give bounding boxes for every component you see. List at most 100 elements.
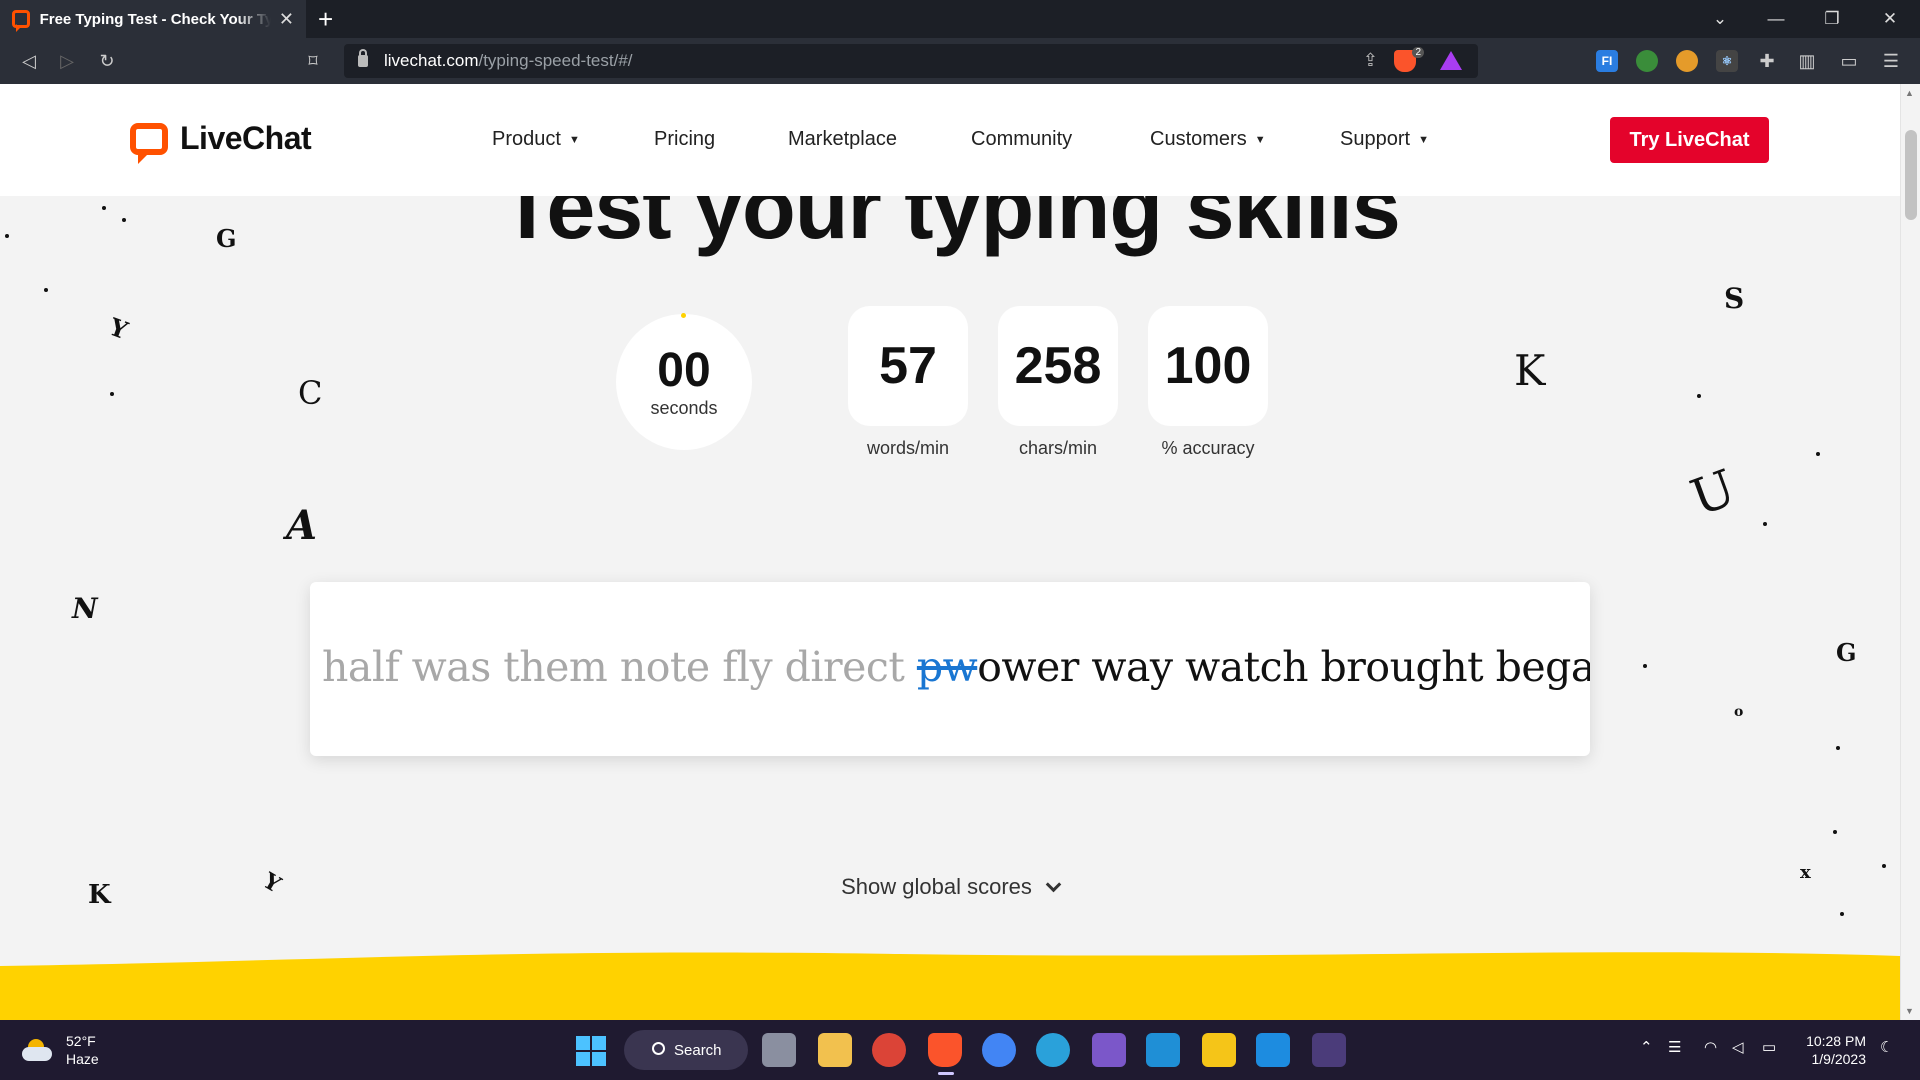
back-arrow-icon[interactable]: ◁ [14, 46, 44, 76]
chrome-profile-icon[interactable] [982, 1033, 1016, 1067]
battery-icon[interactable]: ▭ [1762, 1038, 1776, 1056]
sidebar-icon[interactable]: ▥ [1792, 46, 1822, 76]
browser-toolbar: ◁ ▷ ↻ ⌑ livechat.com/typing-speed-test/#… [0, 38, 1920, 84]
scroll-up-arrow-icon[interactable]: ▲ [1905, 88, 1914, 98]
vscode-icon[interactable] [1256, 1033, 1290, 1067]
volume-icon[interactable]: ◁ [1732, 1038, 1744, 1056]
active-app-indicator [938, 1072, 954, 1075]
tab-close-icon[interactable]: ✕ [279, 9, 294, 30]
nav-item-product[interactable]: Product ▼ [492, 128, 580, 151]
typing-text-line: half was them note fly direct pwower way… [322, 642, 1590, 692]
sticky-app-icon[interactable] [1202, 1033, 1236, 1067]
nav-item-pricing[interactable]: Pricing [654, 128, 715, 151]
timer-circle: 00 seconds [616, 313, 752, 450]
scrollbar-thumb[interactable] [1905, 130, 1917, 220]
mistyped-chars: pw [916, 643, 978, 691]
decor-dot [1643, 664, 1647, 668]
weather-haze-icon [22, 1039, 52, 1061]
hamburger-menu-icon[interactable]: ☰ [1876, 46, 1906, 76]
nav-item-customers[interactable]: Customers ▼ [1150, 128, 1266, 151]
restore-button[interactable]: ❐ [1804, 0, 1860, 38]
livechat-logo-icon [130, 122, 168, 164]
tab-search-chevron-icon[interactable]: ⌄ [1692, 0, 1748, 38]
decor-letter: N [72, 592, 98, 625]
remaining-words: ower way watch brought began c [977, 643, 1590, 691]
extension-user-icon[interactable] [1676, 50, 1698, 72]
stat-chars-per-minute: 258 chars/min [998, 306, 1118, 459]
try-livechat-button[interactable]: Try LiveChat [1610, 117, 1769, 163]
minimize-button[interactable]: — [1748, 0, 1804, 38]
decor-letter: G [1836, 638, 1857, 667]
weather-text: 52°F Haze [66, 1032, 99, 1068]
tray-chevron-up-icon[interactable]: ⌃ [1640, 1038, 1653, 1056]
nav-label: Product [492, 128, 561, 150]
bookmark-icon[interactable]: ⌑ [298, 46, 328, 76]
stat-label: % accuracy [1161, 438, 1255, 458]
extension-fi-icon[interactable]: FI [1596, 50, 1618, 72]
taskbar-clock[interactable]: 10:28 PM 1/9/2023 [1804, 1032, 1866, 1068]
taskbar-search-button[interactable]: Search [624, 1030, 748, 1070]
livechat-favicon-icon [12, 10, 30, 32]
extension-green-icon[interactable] [1636, 50, 1658, 72]
share-icon[interactable]: ⇪ [1363, 50, 1378, 71]
extension-atom-icon[interactable]: ⚛ [1716, 50, 1738, 72]
typed-words: half was them note fly direct [322, 643, 917, 691]
nav-item-marketplace[interactable]: Marketplace [788, 128, 897, 151]
nav-label: Marketplace [788, 128, 897, 150]
scroll-down-arrow-icon[interactable]: ▼ [1905, 1006, 1914, 1016]
chrome-icon[interactable] [872, 1033, 906, 1067]
decor-letter: S [1724, 282, 1745, 315]
telegram-icon[interactable] [1036, 1033, 1070, 1067]
browser-tab-active[interactable]: Free Typing Test - Check Your Typing Spe… [0, 0, 306, 38]
browser-tab-bar: Free Typing Test - Check Your Typing Spe… [0, 0, 1920, 38]
caret-down-icon: ▼ [568, 133, 580, 146]
decor-letter: A [286, 502, 318, 549]
decor-dot [110, 392, 114, 396]
windows-start-icon[interactable] [576, 1036, 606, 1066]
paint-app-icon[interactable] [1146, 1033, 1180, 1067]
chevron-down-icon [1045, 876, 1062, 893]
file-explorer-icon[interactable] [818, 1033, 852, 1067]
close-window-button[interactable]: ✕ [1862, 0, 1918, 38]
terminal-icon[interactable] [1312, 1033, 1346, 1067]
wallet-icon[interactable]: ▭ [1834, 46, 1864, 76]
temperature: 52°F [66, 1033, 96, 1049]
nav-item-support[interactable]: Support ▼ [1340, 128, 1429, 151]
search-label: Search [674, 1041, 722, 1059]
decor-dot [1840, 912, 1844, 916]
brave-shield-badge: 2 [1412, 47, 1424, 58]
global-scores-label: Show global scores [841, 874, 1032, 899]
page-scrollbar[interactable]: ▲ ▼ [1900, 84, 1920, 1020]
site-header: LiveChat Product ▼ Pricing Marketplace Co… [0, 84, 1900, 196]
reload-icon[interactable]: ↻ [92, 46, 122, 76]
typing-area[interactable]: half was them note fly direct pwower way… [310, 582, 1590, 756]
stat-label: words/min [866, 438, 950, 458]
nav-label: Pricing [654, 128, 716, 150]
brave-rewards-icon[interactable] [1440, 51, 1462, 70]
wifi-icon[interactable]: ◠ [1704, 1038, 1717, 1056]
address-bar[interactable]: livechat.com/typing-speed-test/#/ ⇪ 2 [344, 44, 1478, 78]
network-ime-icon[interactable]: ☰ [1668, 1038, 1681, 1056]
logo-text: LiveChat [180, 120, 312, 156]
task-view-icon[interactable] [762, 1033, 796, 1067]
stat-accuracy: 100 % accuracy [1148, 306, 1268, 459]
caret-down-icon: ▼ [1254, 133, 1266, 146]
search-icon [652, 1042, 665, 1055]
livechat-logo[interactable]: LiveChat [130, 120, 312, 164]
web-page: G Y C A N K Y S K U G o x Test your typi… [0, 84, 1900, 1020]
puzzle-icon[interactable]: ✚ [1752, 46, 1782, 76]
nav-item-community[interactable]: Community [971, 128, 1072, 151]
forward-arrow-icon[interactable]: ▷ [52, 46, 82, 76]
decor-letter: o [1734, 704, 1744, 720]
weather-widget[interactable]: 52°F Haze [22, 1032, 99, 1068]
stat-label: chars/min [1018, 438, 1098, 458]
show-global-scores-link[interactable]: Show global scores [0, 874, 1900, 900]
focus-moon-icon[interactable]: ☾ [1880, 1038, 1893, 1056]
decor-letter: K [1514, 346, 1546, 395]
visual-studio-icon[interactable] [1092, 1033, 1126, 1067]
timer-value: 00 [657, 343, 711, 397]
new-tab-button[interactable]: + [318, 4, 333, 34]
stat-value: 57 [848, 306, 968, 426]
brave-browser-icon[interactable] [928, 1033, 962, 1067]
clock-date: 1/9/2023 [1811, 1051, 1867, 1067]
